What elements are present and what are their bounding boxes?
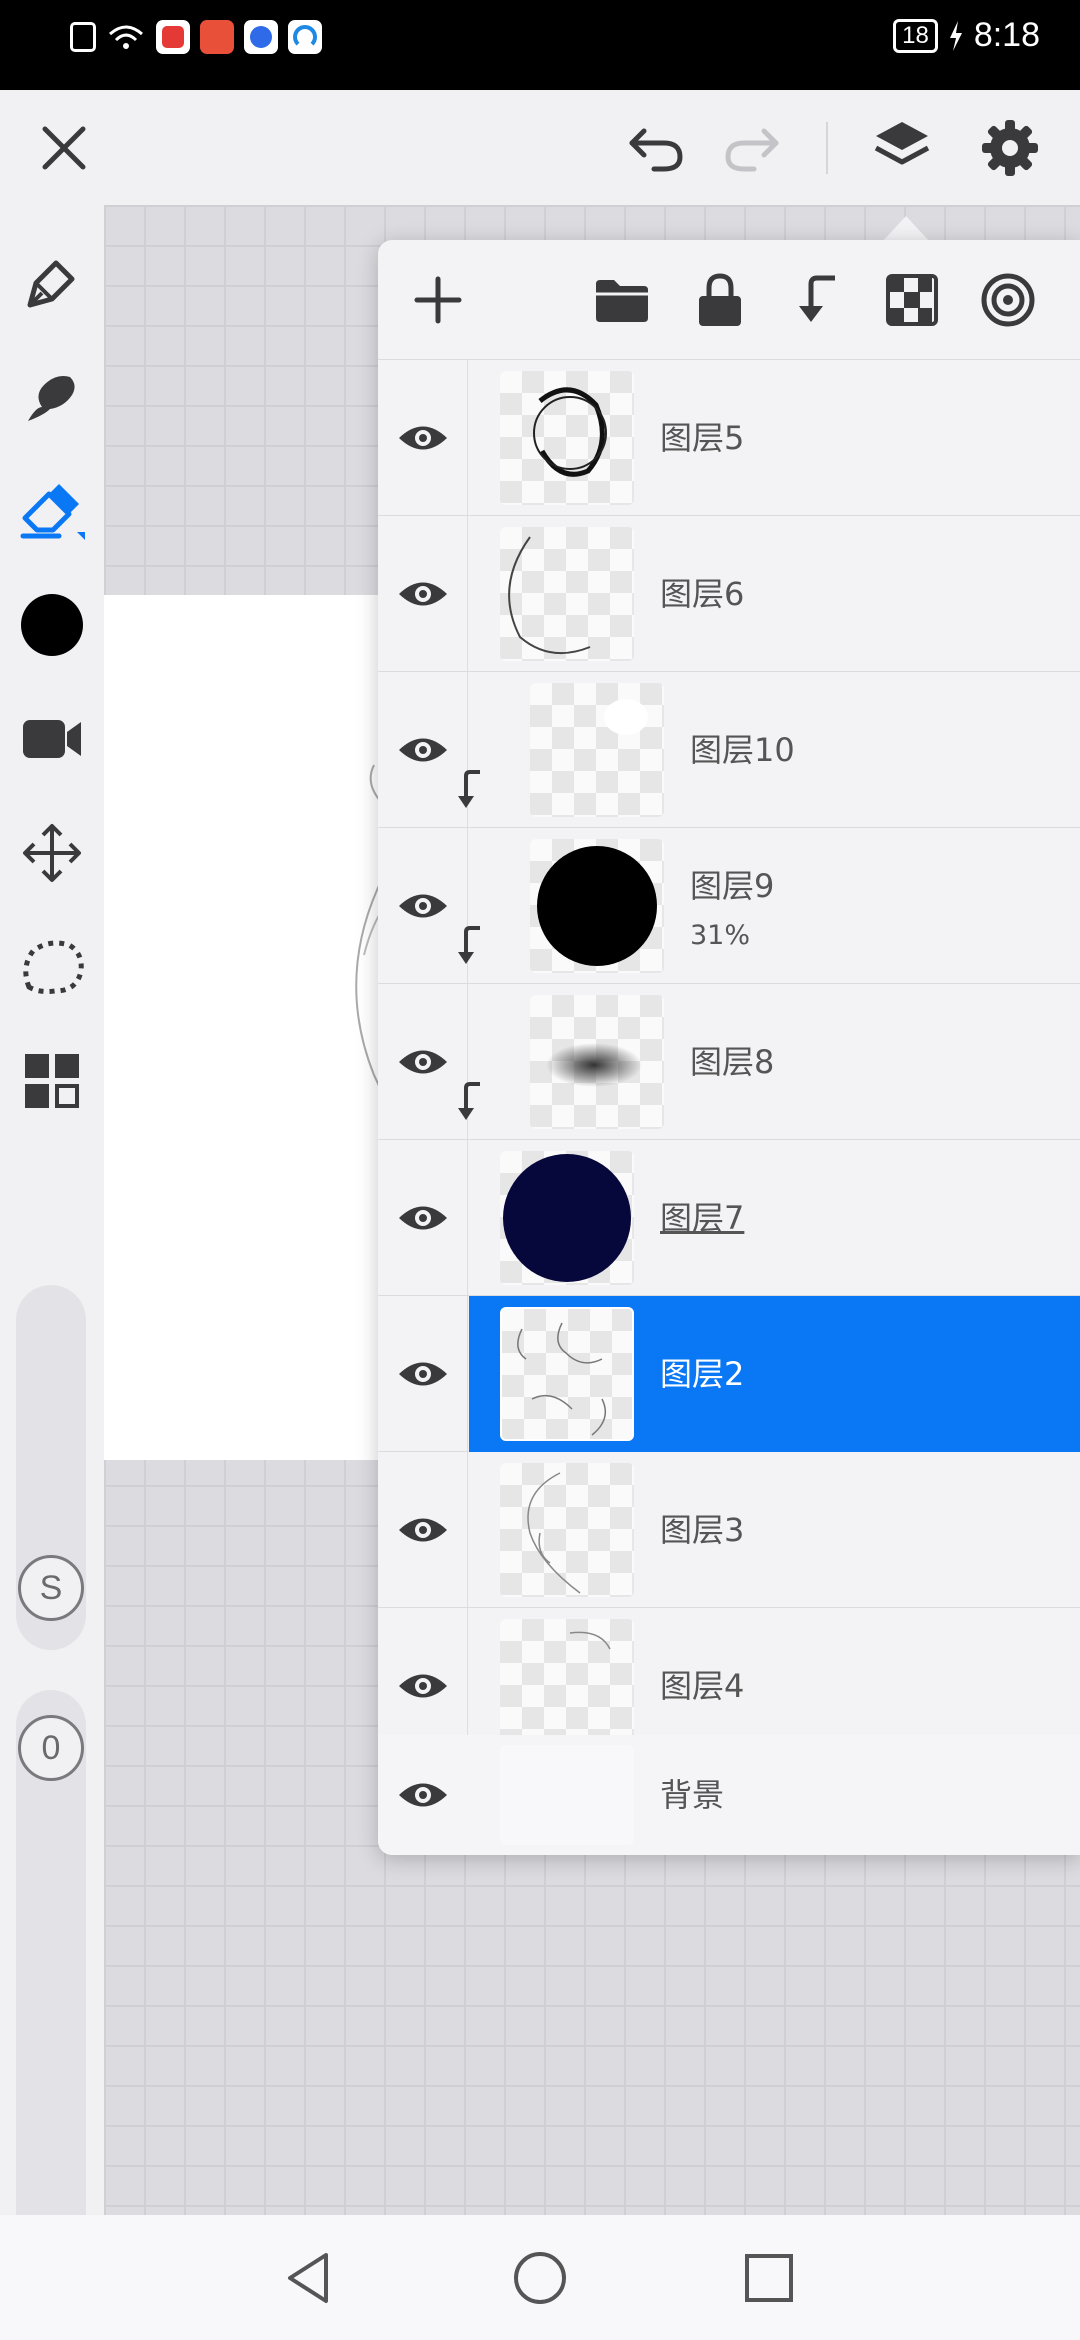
layer-thumbnail xyxy=(500,1307,634,1441)
filter-icon[interactable] xyxy=(14,1043,90,1119)
layer-name: 图层4 xyxy=(660,1666,745,1705)
layer-row[interactable]: 图层10 xyxy=(378,672,1080,828)
layer-row[interactable]: 图层6 xyxy=(378,516,1080,672)
close-icon[interactable] xyxy=(26,110,102,186)
eye-icon[interactable] xyxy=(395,878,451,934)
status-right: 18 8:18 xyxy=(893,16,1040,55)
layer-name: 图层3 xyxy=(660,1510,745,1549)
clock: 8:18 xyxy=(973,16,1040,54)
layer-opacity: 31% xyxy=(690,920,751,951)
game-notification-icon xyxy=(200,20,234,54)
layer-row-selected[interactable]: 图层2 xyxy=(378,1296,1080,1452)
layer-name: 图层10 xyxy=(690,730,795,769)
undo-icon[interactable] xyxy=(618,110,694,186)
system-nav-bar xyxy=(0,2215,1080,2340)
redo-icon[interactable] xyxy=(714,110,790,186)
layers-icon[interactable] xyxy=(864,110,940,186)
clip-icon[interactable] xyxy=(778,262,854,338)
clip-mask-icon xyxy=(458,1082,480,1120)
layer-thumbnail xyxy=(530,683,664,817)
top-toolbar xyxy=(0,90,1080,205)
layer-thumbnail xyxy=(530,995,664,1129)
layer-name: 背景 xyxy=(660,1776,725,1814)
blend-icon[interactable] xyxy=(970,262,1046,338)
layer-row[interactable]: 图层9 31% xyxy=(378,828,1080,984)
layer-row[interactable]: 图层3 xyxy=(378,1452,1080,1608)
layer-thumbnail xyxy=(500,527,634,661)
back-icon[interactable] xyxy=(276,2245,342,2311)
smudge-icon[interactable] xyxy=(14,359,90,435)
clip-mask-icon xyxy=(458,770,480,808)
status-bar: 18 8:18 xyxy=(0,0,1080,90)
settings-icon[interactable] xyxy=(972,110,1048,186)
layer-thumbnail xyxy=(500,1619,634,1753)
app-notification-icon xyxy=(156,20,190,54)
charging-icon xyxy=(949,20,962,51)
layer-row[interactable]: 图层5 xyxy=(378,360,1080,516)
app-arc-icon xyxy=(288,20,322,54)
wifi-icon xyxy=(109,25,143,49)
baidu-icon xyxy=(244,20,278,54)
pen-icon[interactable] xyxy=(14,245,90,321)
layer-name: 图层9 xyxy=(690,866,775,905)
layer-name: 图层8 xyxy=(690,1042,775,1081)
eye-icon[interactable] xyxy=(395,566,451,622)
eye-icon[interactable] xyxy=(395,1767,451,1823)
clip-mask-icon xyxy=(458,926,480,964)
recents-icon[interactable] xyxy=(736,2245,802,2311)
layer-row[interactable]: 图层7 xyxy=(378,1140,1080,1296)
eye-icon[interactable] xyxy=(395,410,451,466)
layer-thumbnail xyxy=(500,371,634,505)
layer-row[interactable]: 图层8 xyxy=(378,984,1080,1140)
layer-name: 图层2 xyxy=(660,1354,745,1393)
opacity-label: 0 xyxy=(18,1715,84,1781)
panel-pointer xyxy=(882,216,930,242)
layer-row-background[interactable]: 背景 xyxy=(378,1735,1080,1855)
transform-icon[interactable] xyxy=(14,815,90,891)
layer-name: 图层7 xyxy=(660,1198,745,1237)
folder-icon[interactable] xyxy=(584,262,660,338)
home-icon[interactable] xyxy=(507,2245,573,2311)
layers-panel: 图层5 图层6 图层10 图层9 31% 图层8 图层7 图层2 图层3 图层4… xyxy=(378,240,1080,1855)
lock-icon[interactable] xyxy=(682,262,758,338)
video-icon[interactable] xyxy=(14,701,90,777)
eraser-icon[interactable] xyxy=(14,473,90,549)
transparency-icon[interactable] xyxy=(874,262,950,338)
eye-icon[interactable] xyxy=(395,1034,451,1090)
left-toolbar: S 0 xyxy=(0,205,104,2280)
eye-icon[interactable] xyxy=(395,1346,451,1402)
battery-indicator: 18 xyxy=(893,18,938,53)
layer-name: 图层5 xyxy=(660,418,745,457)
alert-icon xyxy=(70,22,96,52)
color-swatch[interactable] xyxy=(14,587,90,663)
layer-thumbnail xyxy=(500,1745,634,1845)
layer-thumbnail xyxy=(530,839,664,973)
layers-panel-header xyxy=(378,240,1080,360)
eye-icon[interactable] xyxy=(395,722,451,778)
toolbar-divider xyxy=(826,122,828,174)
layer-thumbnail xyxy=(500,1463,634,1597)
status-icons xyxy=(70,20,322,54)
eye-icon[interactable] xyxy=(395,1658,451,1714)
lasso-icon[interactable] xyxy=(14,929,90,1005)
layer-thumbnail xyxy=(500,1151,634,1285)
eye-icon[interactable] xyxy=(395,1502,451,1558)
eye-icon[interactable] xyxy=(395,1190,451,1246)
layer-name: 图层6 xyxy=(660,574,745,613)
add-layer-icon[interactable] xyxy=(400,262,476,338)
brush-size-label: S xyxy=(18,1555,84,1621)
